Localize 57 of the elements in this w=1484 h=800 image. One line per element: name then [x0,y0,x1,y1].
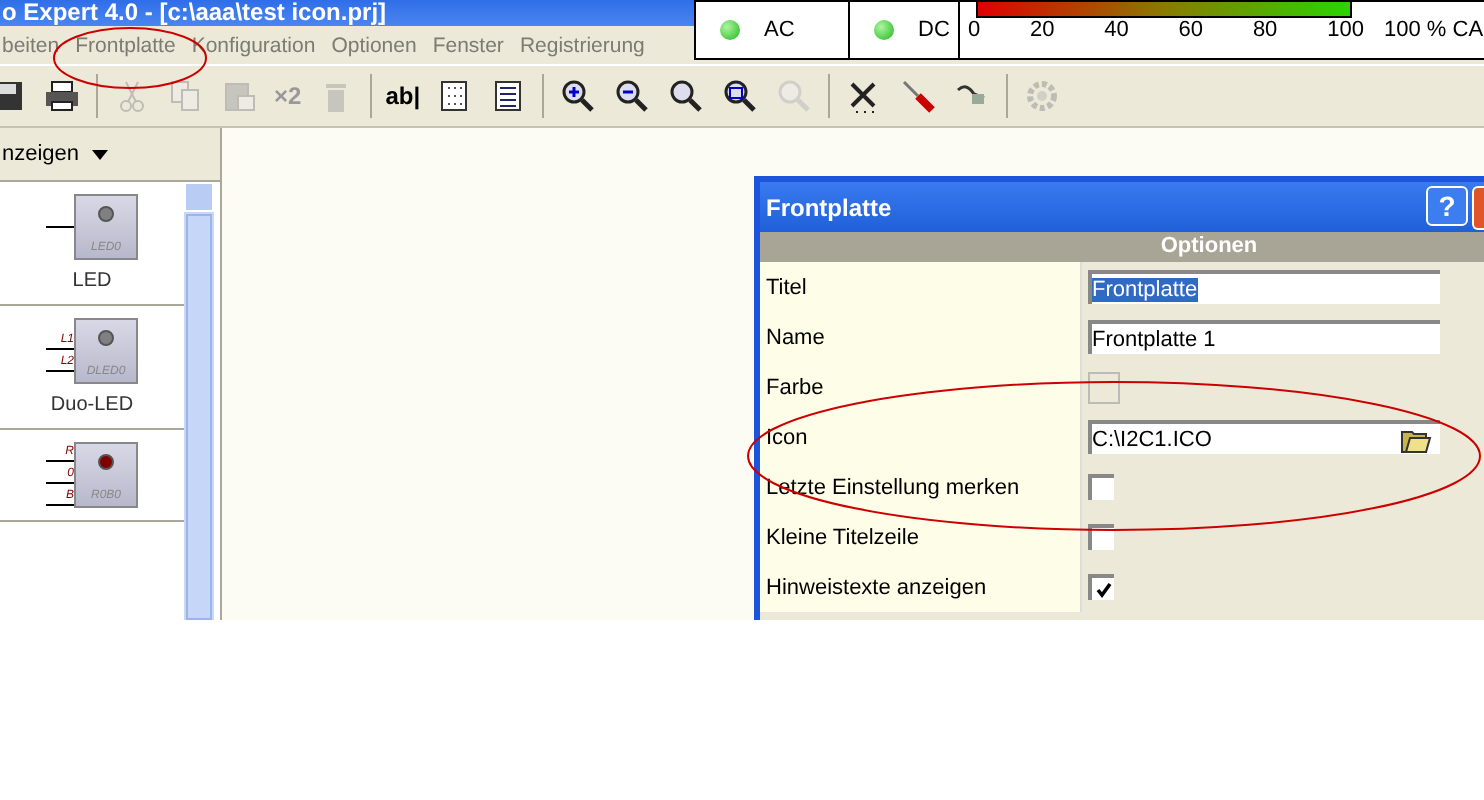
property-label: Farbe [766,375,824,399]
input-field[interactable]: Frontplatte [1088,270,1440,304]
property-label: Kleine Titelzeile [766,525,919,549]
menu-item[interactable]: beiten [2,33,60,57]
toolbar-button[interactable] [666,76,707,116]
menu-item[interactable]: Optionen [331,33,417,57]
property-label: Hinweistexte anzeigen [766,575,987,599]
toolbar-button[interactable]: ab| [385,76,421,116]
file-field[interactable]: C:\I2C1.ICO [1088,420,1440,454]
paste-icon [222,78,258,114]
toolbar-button[interactable] [720,76,761,116]
property-label: Icon [766,425,808,449]
palette-label: Duo-LED [50,394,134,416]
toolbar-button[interactable] [612,76,653,116]
scrollbar[interactable] [184,182,214,620]
property-label: Titel [766,275,807,299]
copy-icon [168,78,204,114]
magnifier-icon [614,78,651,114]
magnifier-icon [776,78,813,114]
scale-tick: 20 [1030,18,1055,42]
menu-item[interactable]: Fenster [432,33,504,57]
magnifier-icon [722,78,759,114]
scale-tick: 0 [968,18,981,42]
checkbox[interactable] [1088,574,1114,600]
toolbar-button[interactable] [558,76,599,116]
scale-tick: 40 [1104,18,1129,42]
save-icon [0,78,26,114]
menu-item[interactable]: Registrierung [519,33,645,57]
color-swatch[interactable] [1088,371,1120,403]
list-icon [490,78,527,114]
caret-icon [91,149,108,159]
checkbox[interactable] [1088,524,1114,550]
toolbar-button[interactable] [42,76,82,116]
gear-icon [1024,78,1061,114]
magnifier-icon [668,78,705,114]
toolbar-button[interactable] [0,76,28,116]
property-label: Name [766,325,825,349]
section-header: Optionen [1160,232,1258,262]
folder-icon[interactable] [1400,425,1432,453]
grid-icon [436,78,473,114]
dialog-title: Frontplatte [766,193,892,221]
window-title: o Expert 4.0 - [c:\aaa\test icon.prj] [2,0,387,26]
scale-tick: 60 [1178,18,1204,42]
indicator-label: AC [764,18,795,42]
checkbox[interactable] [1088,474,1114,500]
help-button[interactable]: ? [1426,185,1468,225]
screwdriver-icon [900,78,937,114]
print-icon [44,78,80,114]
scale-tick: 80 [1252,18,1278,42]
gauge-reading: 100 % CA [1384,18,1484,42]
wire-line [46,226,74,228]
cut-icon [114,78,150,114]
scale-tick: 100 [1327,18,1364,42]
palette-label: LED [72,270,112,292]
magnifier-icon [560,78,597,114]
indicator-label: DC [918,18,950,42]
input-field[interactable]: Frontplatte 1 [1088,320,1440,354]
